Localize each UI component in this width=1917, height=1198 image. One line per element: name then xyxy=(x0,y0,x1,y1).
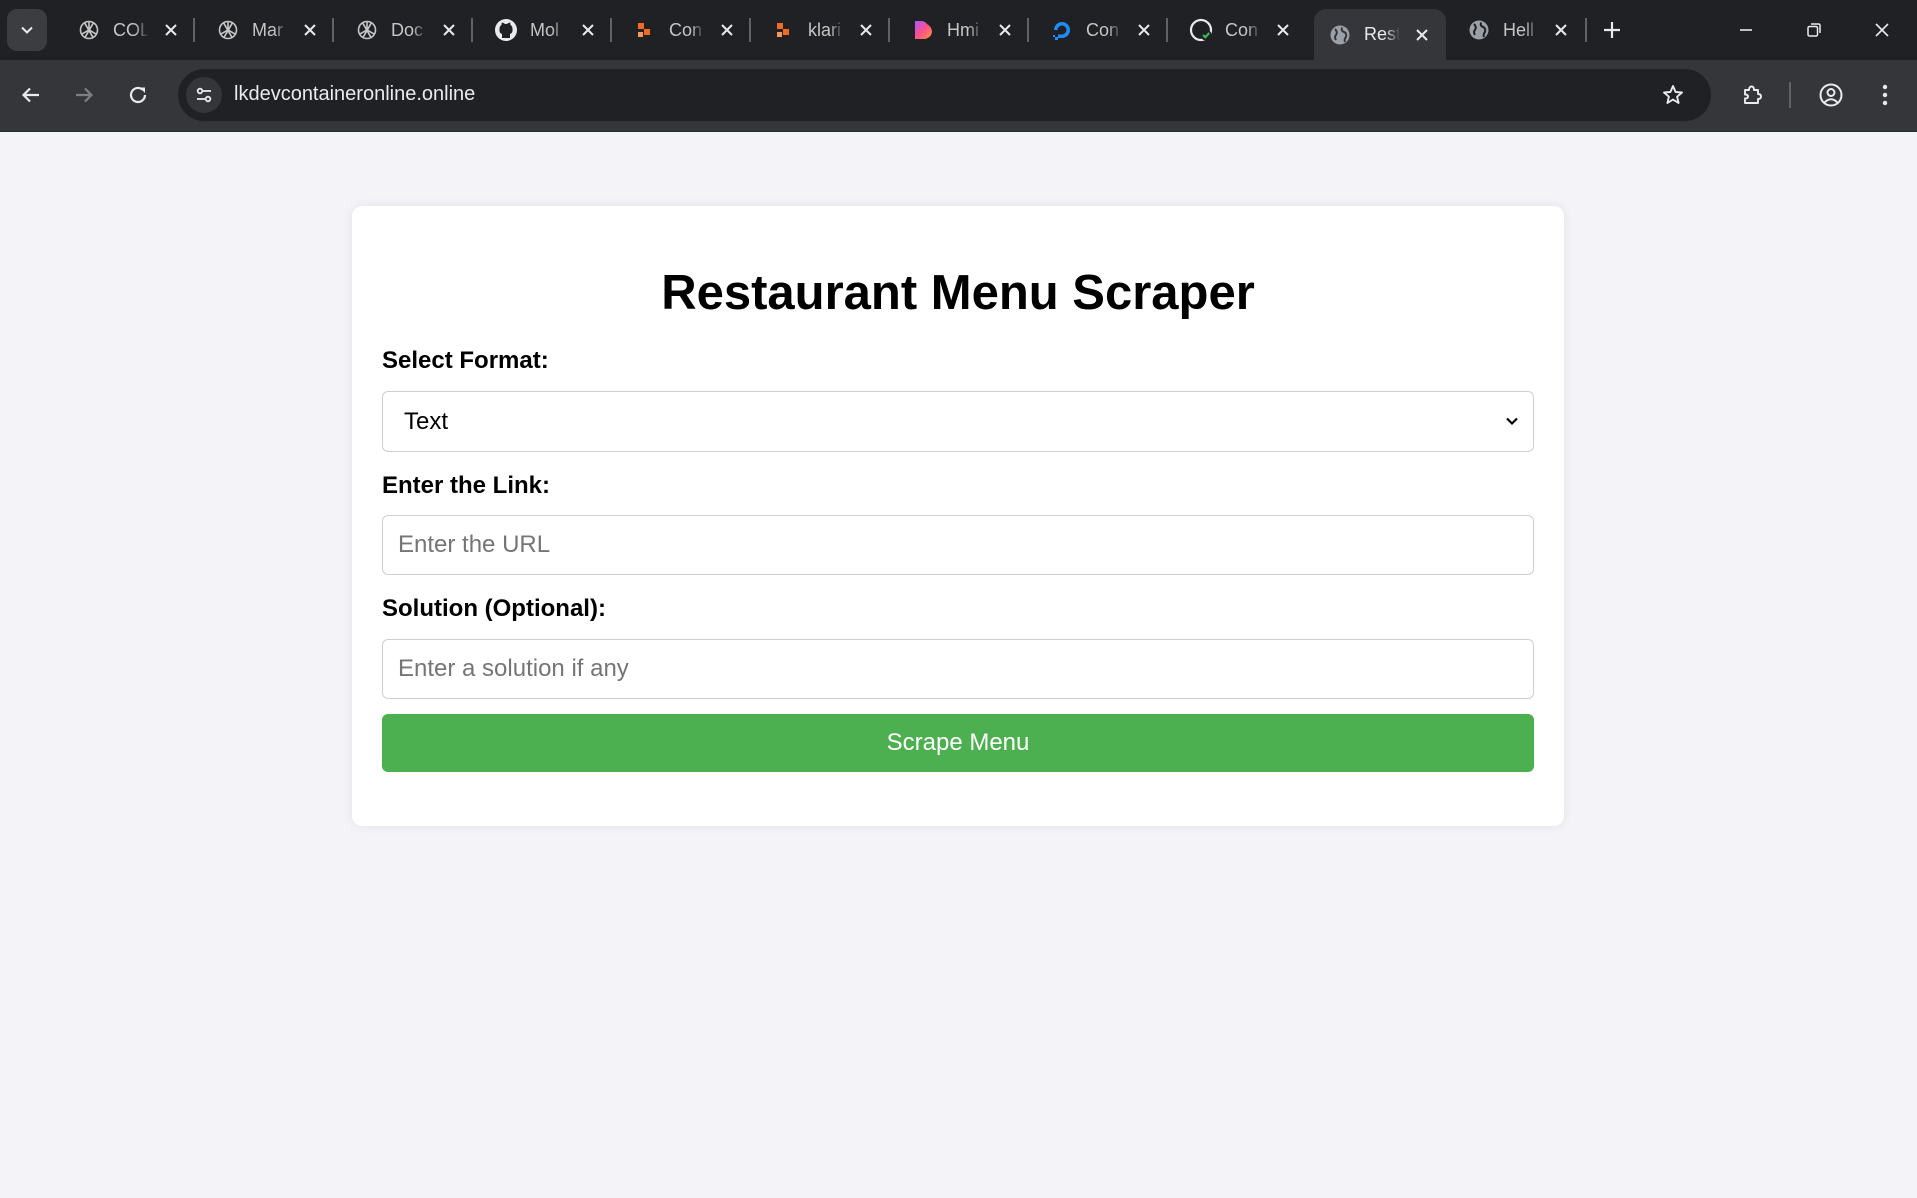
address-bar[interactable]: lkdevcontaineronline.online xyxy=(178,69,1711,121)
star-icon xyxy=(1663,85,1683,104)
close-icon[interactable] xyxy=(300,20,320,40)
puzzle-icon xyxy=(1744,85,1762,104)
reload-button[interactable] xyxy=(117,74,159,116)
globe-icon xyxy=(1467,18,1491,42)
url-text[interactable]: lkdevcontaineronline.online xyxy=(234,83,475,106)
tab-separator xyxy=(749,18,751,42)
site-info-button[interactable] xyxy=(186,77,222,113)
scrape-menu-button[interactable]: Scrape Menu xyxy=(382,714,1534,773)
arrow-left-icon xyxy=(21,87,39,103)
toolbar-divider xyxy=(1789,82,1791,108)
close-icon[interactable] xyxy=(578,20,598,40)
close-icon[interactable] xyxy=(717,20,737,40)
tab-title: Mar xyxy=(252,19,283,40)
restore-icon xyxy=(1807,23,1821,37)
openai-icon xyxy=(355,18,379,42)
chevron-down-icon xyxy=(21,26,33,34)
account-circle-icon xyxy=(1819,83,1843,107)
tab-title: Hmi xyxy=(947,19,979,40)
url-input[interactable] xyxy=(382,515,1534,576)
forward-button[interactable] xyxy=(63,74,105,116)
browser-toolbar: lkdevcontaineronline.online xyxy=(0,60,1917,132)
tune-icon xyxy=(196,87,212,103)
close-icon xyxy=(1875,23,1889,37)
browser-tab[interactable]: Hell xyxy=(1453,9,1585,51)
tab-separator xyxy=(888,18,890,42)
tab-title: Hell xyxy=(1503,19,1535,40)
back-button[interactable] xyxy=(10,74,52,116)
browser-tab[interactable]: Con xyxy=(619,9,751,51)
tab-separator xyxy=(332,18,334,42)
tab-separator xyxy=(1027,18,1029,42)
github-check-icon xyxy=(1189,18,1213,42)
extensions-button[interactable] xyxy=(1731,74,1773,116)
browser-tab[interactable]: Hmi xyxy=(897,9,1029,51)
tab-separator xyxy=(610,18,612,42)
orange-blocks-icon xyxy=(772,18,796,42)
tab-separator xyxy=(471,18,473,42)
plus-icon xyxy=(1604,22,1620,38)
chevron-down-icon xyxy=(1503,412,1521,430)
openai-icon xyxy=(77,18,101,42)
more-vertical-icon xyxy=(1882,84,1888,106)
browser-tab-active[interactable]: Rest xyxy=(1314,9,1446,60)
heart-gradient-icon xyxy=(911,18,935,42)
digitalocean-icon xyxy=(1050,18,1074,42)
close-icon[interactable] xyxy=(439,20,459,40)
browser-tab[interactable]: Con xyxy=(1175,9,1307,51)
close-icon[interactable] xyxy=(1412,25,1432,45)
solution-input[interactable] xyxy=(382,639,1534,700)
browser-tab[interactable]: Mol xyxy=(480,9,612,51)
browser-tab[interactable]: klari xyxy=(758,9,890,51)
close-icon[interactable] xyxy=(995,20,1015,40)
tab-title: Con xyxy=(1225,19,1259,40)
tab-title: Doc xyxy=(391,19,424,40)
arrow-right-icon xyxy=(76,87,94,103)
minimize-button[interactable] xyxy=(1712,0,1780,60)
reload-icon xyxy=(129,86,147,104)
format-select[interactable]: Text xyxy=(382,390,1534,452)
close-icon[interactable] xyxy=(1551,20,1571,40)
minimize-icon xyxy=(1740,29,1752,31)
tab-search-button[interactable] xyxy=(7,9,47,51)
orange-blocks-icon xyxy=(633,18,657,42)
globe-icon xyxy=(1328,23,1352,47)
tab-title: Mol xyxy=(530,19,560,40)
browser-tab[interactable]: Mar xyxy=(202,9,334,51)
solution-label: Solution (Optional): xyxy=(382,595,606,623)
format-select-value: Text xyxy=(404,407,449,435)
close-icon[interactable] xyxy=(1134,20,1154,40)
tab-separator xyxy=(193,18,195,42)
tab-title: Con xyxy=(669,19,703,40)
link-label: Enter the Link: xyxy=(382,471,551,499)
browser-tab[interactable]: COL xyxy=(63,9,195,51)
close-icon[interactable] xyxy=(161,20,181,40)
format-label: Select Format: xyxy=(382,346,549,374)
github-icon xyxy=(494,18,518,42)
tab-separator xyxy=(1166,18,1168,42)
restore-button[interactable] xyxy=(1780,0,1848,60)
tab-strip: COL Mar Doc Mol Con klari Hmi Con Con Re… xyxy=(0,0,1917,60)
tab-title: COL xyxy=(113,19,149,40)
browser-tab[interactable]: Doc xyxy=(341,9,473,51)
tab-title: Rest xyxy=(1364,24,1400,44)
close-icon[interactable] xyxy=(856,20,876,40)
bookmark-button[interactable] xyxy=(1655,77,1691,113)
tab-title: klari xyxy=(808,19,842,40)
close-icon[interactable] xyxy=(1273,20,1293,40)
tab-title: Con xyxy=(1086,19,1120,40)
tab-separator xyxy=(1585,18,1587,42)
close-window-button[interactable] xyxy=(1848,0,1916,60)
page-title: Restaurant Menu Scraper xyxy=(661,266,1255,320)
profile-button[interactable] xyxy=(1810,74,1852,116)
new-tab-button[interactable] xyxy=(1594,12,1630,48)
scraper-form-card: Restaurant Menu Scraper Select Format: T… xyxy=(352,206,1564,826)
browser-tab[interactable]: Con xyxy=(1036,9,1168,51)
menu-button[interactable] xyxy=(1864,74,1906,116)
openai-icon xyxy=(216,18,240,42)
